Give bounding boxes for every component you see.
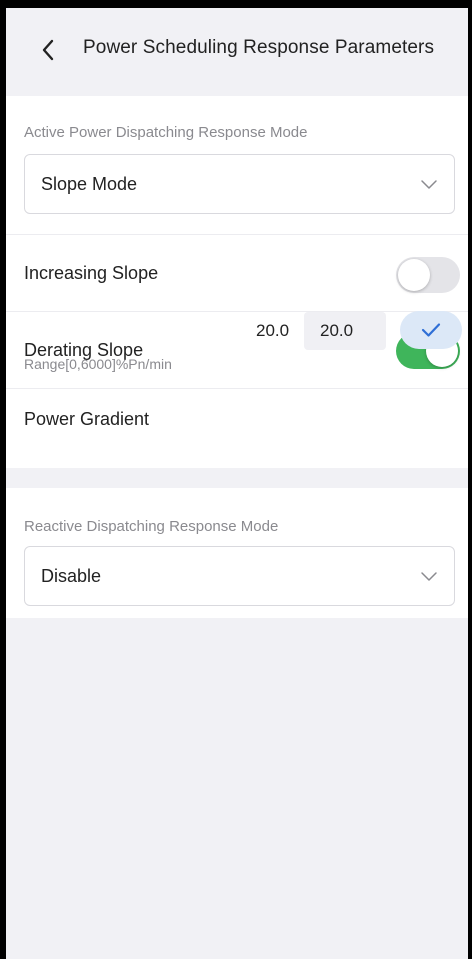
active-power-section: Active Power Dispatching Response Mode S… xyxy=(6,96,468,468)
back-button[interactable] xyxy=(34,34,62,66)
app-screen: Power Scheduling Response Parameters Act… xyxy=(6,8,468,959)
chevron-down-icon xyxy=(421,572,437,581)
increasing-slope-label: Increasing Slope xyxy=(24,263,159,283)
reactive-mode-caption: Reactive Dispatching Response Mode xyxy=(24,518,279,535)
check-icon xyxy=(421,323,441,337)
power-gradient-input[interactable] xyxy=(304,312,386,350)
increasing-slope-toggle[interactable] xyxy=(396,257,460,293)
reactive-mode-value: Disable xyxy=(41,566,102,586)
toggle-knob xyxy=(398,259,430,291)
divider xyxy=(6,388,468,389)
chevron-down-icon xyxy=(421,180,437,189)
chevron-left-icon xyxy=(42,39,54,61)
active-mode-select[interactable]: Slope Mode xyxy=(24,154,455,214)
reactive-mode-select[interactable]: Disable xyxy=(24,546,455,606)
active-mode-value: Slope Mode xyxy=(41,174,138,194)
divider xyxy=(6,234,468,235)
reactive-power-section: Reactive Dispatching Response Mode Disab… xyxy=(6,488,468,618)
divider xyxy=(6,311,468,312)
power-gradient-confirm-button[interactable] xyxy=(400,311,462,349)
header-bar: Power Scheduling Response Parameters xyxy=(6,8,468,94)
power-gradient-current-value: 20.0 xyxy=(256,321,290,340)
active-mode-caption: Active Power Dispatching Response Mode xyxy=(24,124,308,141)
power-gradient-range: Range[0,6000]%Pn/min xyxy=(24,356,172,372)
power-gradient-label: Power Gradient xyxy=(24,409,150,429)
page-title: Power Scheduling Response Parameters xyxy=(83,37,435,58)
